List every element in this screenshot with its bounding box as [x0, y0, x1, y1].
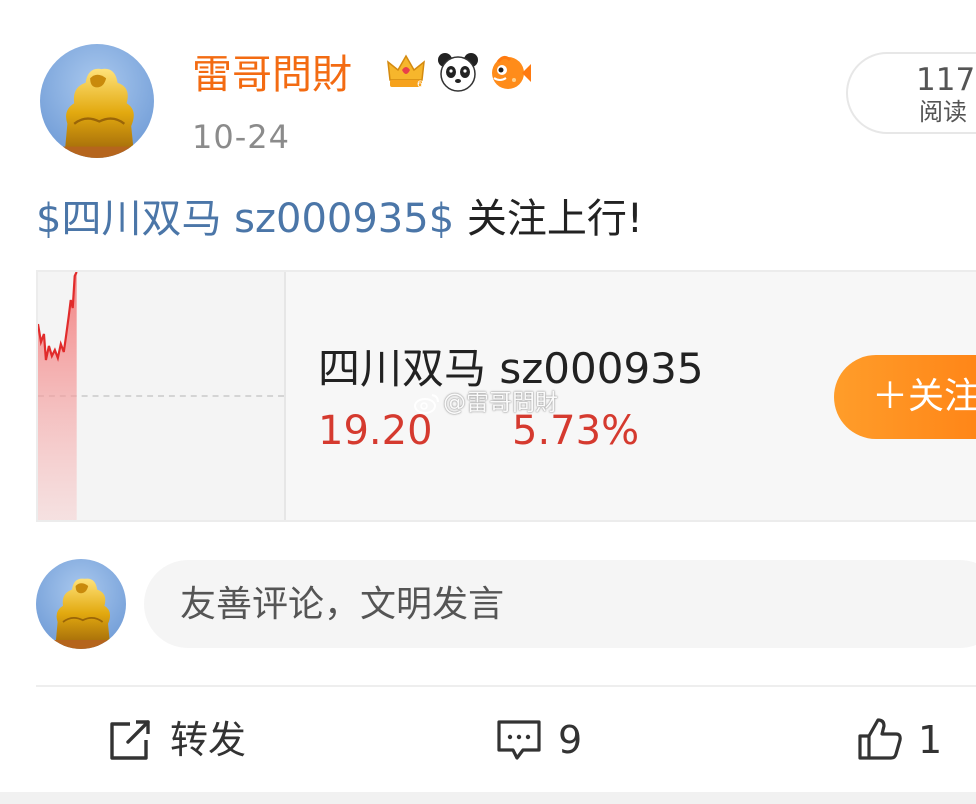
author-name[interactable]: 雷哥問財	[192, 49, 352, 101]
comment-count[interactable]: 9	[558, 716, 582, 764]
comment-input-placeholder[interactable]: 友善评论，文明发言	[180, 582, 504, 628]
watermark-text: @雷哥問財	[443, 390, 558, 416]
divider	[36, 685, 976, 687]
intraday-mini-chart	[38, 272, 286, 520]
share-button-label[interactable]: 转发	[170, 716, 246, 764]
like-icon[interactable]	[856, 714, 904, 762]
read-label: 阅读	[919, 98, 967, 126]
share-icon[interactable]	[106, 716, 154, 764]
comment-icon[interactable]	[495, 716, 543, 764]
svg-text:6: 6	[417, 80, 423, 90]
crown-icon[interactable]: 6	[384, 50, 428, 94]
current-user-avatar[interactable]	[36, 559, 126, 649]
stock-hashtag-link[interactable]: $四川双马 sz000935$	[36, 196, 454, 242]
author-avatar[interactable]	[40, 44, 154, 158]
fish-icon[interactable]	[488, 50, 532, 94]
post-body: $四川双马 sz000935$ 关注上行!	[36, 193, 643, 245]
post-body-text: 关注上行!	[454, 196, 643, 242]
like-count[interactable]: 1	[918, 716, 942, 764]
watermark: @雷哥問財	[414, 388, 558, 418]
read-count: 117	[916, 62, 976, 98]
panda-icon[interactable]	[436, 50, 480, 94]
follow-button-label[interactable]: ＋关注	[872, 374, 976, 420]
weibo-logo-icon	[414, 394, 439, 414]
post-timestamp: 10-24	[192, 118, 290, 156]
bottom-separator	[0, 792, 976, 804]
